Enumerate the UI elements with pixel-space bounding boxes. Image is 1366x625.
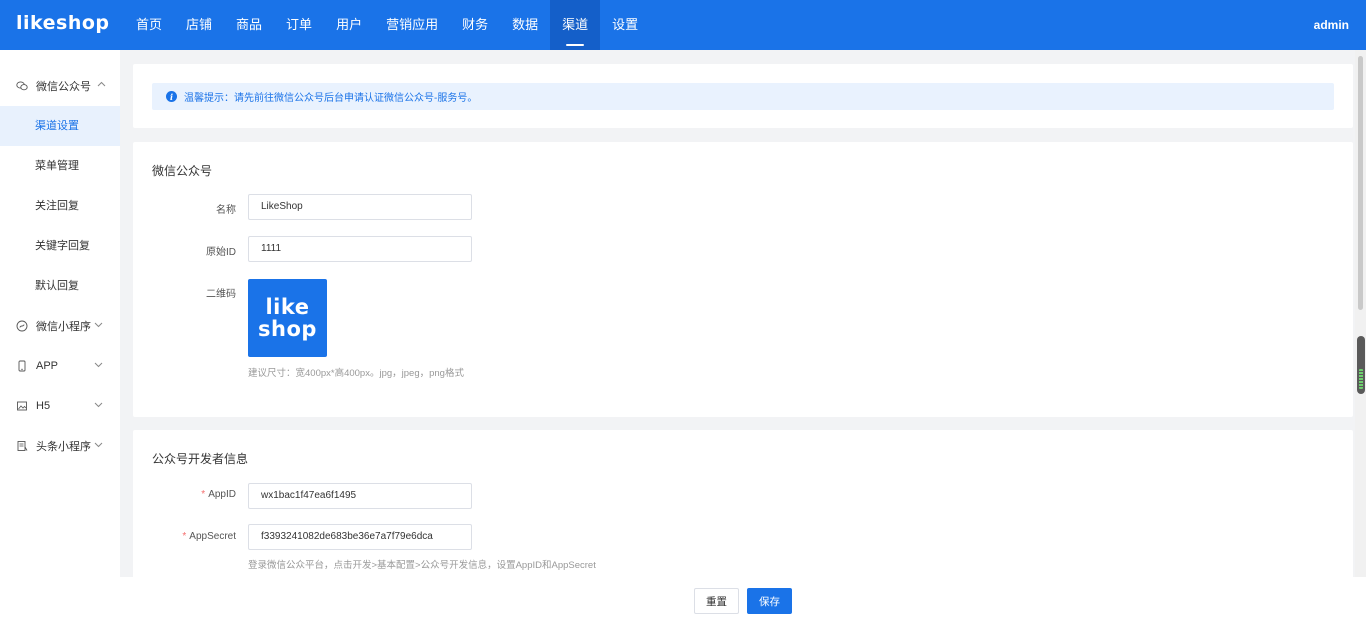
wechat-oa-card: 微信公众号 名称 LikeShop 原始ID 1111 二维码 like sho… <box>133 142 1353 417</box>
sidebar: 微信公众号 渠道设置 菜单管理 关注回复 关键字回复 默认回复 微信小程序 AP… <box>0 50 120 577</box>
toutiao-icon <box>16 440 28 452</box>
sidebar-group-label: 微信小程序 <box>36 321 91 333</box>
sidebar-group-miniprogram[interactable]: 微信小程序 <box>0 306 120 346</box>
nav-item-channel[interactable]: 渠道 <box>550 0 601 50</box>
nav-item-data[interactable]: 数据 <box>500 0 550 50</box>
chevron-down-icon <box>94 320 103 331</box>
image-icon <box>16 400 28 412</box>
developer-info-card: 公众号开发者信息 * AppID wx1bac1f47ea6f1495 * AppS… <box>133 430 1353 577</box>
qrcode-logo-line: like <box>265 295 310 319</box>
brand-logo[interactable]: likeshop <box>16 12 110 34</box>
sidebar-group-app[interactable]: APP <box>0 346 120 386</box>
qrcode-logo-line: shop <box>258 317 317 341</box>
scrollbar-thumb[interactable] <box>1358 56 1363 310</box>
name-input[interactable]: LikeShop <box>248 194 472 220</box>
scroll-handle[interactable] <box>1357 336 1365 394</box>
main-nav: 首页 店铺 商品 订单 用户 营销应用 财务 数据 渠道 设置 <box>124 0 650 50</box>
tip-card: i 温馨提示：请先前往微信公众号后台申请认证微信公众号-服务号。 <box>133 64 1353 128</box>
chevron-down-icon <box>94 400 103 411</box>
qrcode-upload[interactable]: like shop <box>248 279 327 357</box>
nav-item-goods[interactable]: 商品 <box>224 0 274 50</box>
appsecret-hint: 登录微信公众平台，点击开发>基本配置>公众号开发信息，设置AppID和AppSe… <box>248 560 596 571</box>
sidebar-group-label: H5 <box>36 400 51 412</box>
appsecret-label-text: AppSecret <box>189 531 236 542</box>
sidebar-item-keyword-reply[interactable]: 关键字回复 <box>0 226 120 266</box>
nav-item-users[interactable]: 用户 <box>324 0 374 50</box>
info-icon: i <box>166 91 177 102</box>
card-title: 公众号开发者信息 <box>152 452 249 466</box>
main-content: i 温馨提示：请先前往微信公众号后台申请认证微信公众号-服务号。 微信公众号 名… <box>120 50 1355 577</box>
wechat-icon <box>16 80 28 92</box>
footer-bar: 重置 保存 <box>0 577 1366 625</box>
required-mark: * <box>201 489 206 500</box>
name-label: 名称 <box>216 205 236 216</box>
tip-alert: i 温馨提示：请先前往微信公众号后台申请认证微信公众号-服务号。 <box>152 83 1334 110</box>
nav-item-orders[interactable]: 订单 <box>274 0 324 50</box>
appsecret-label: * AppSecret <box>133 531 236 542</box>
original-id-input[interactable]: 1111 <box>248 236 472 262</box>
original-id-label: 原始ID <box>206 247 236 258</box>
nav-item-shop[interactable]: 店铺 <box>174 0 224 50</box>
reset-button[interactable]: 重置 <box>694 588 739 614</box>
appid-label: * AppID <box>133 489 236 500</box>
nav-item-marketing[interactable]: 营销应用 <box>374 0 450 50</box>
nav-item-settings[interactable]: 设置 <box>600 0 650 50</box>
card-title: 微信公众号 <box>152 164 213 178</box>
required-mark: * <box>182 531 187 542</box>
sidebar-item-menu-management[interactable]: 菜单管理 <box>0 146 120 186</box>
qrcode-hint: 建议尺寸：宽400px*高400px。jpg，jpeg，png格式 <box>248 368 464 379</box>
grip-icon <box>1359 369 1363 389</box>
appid-label-text: AppID <box>208 489 236 500</box>
chevron-down-icon <box>94 440 103 451</box>
scrollbar[interactable] <box>1355 50 1366 577</box>
sidebar-group-h5[interactable]: H5 <box>0 386 120 426</box>
save-button[interactable]: 保存 <box>747 588 792 614</box>
user-menu[interactable]: admin <box>1314 0 1349 50</box>
sidebar-group-wechat-oa[interactable]: 微信公众号 <box>0 66 120 106</box>
top-navbar: likeshop 首页 店铺 商品 订单 用户 营销应用 财务 数据 渠道 设置… <box>0 0 1366 50</box>
nav-item-finance[interactable]: 财务 <box>450 0 500 50</box>
tip-text: 温馨提示：请先前往微信公众号后台申请认证微信公众号-服务号。 <box>184 93 478 104</box>
nav-item-home[interactable]: 首页 <box>124 0 174 50</box>
chevron-down-icon <box>94 360 103 371</box>
appsecret-input[interactable]: f3393241082de683be36e7a7f79e6dca <box>248 524 472 550</box>
sidebar-group-label: 头条小程序 <box>36 441 91 453</box>
sidebar-item-channel-settings[interactable]: 渠道设置 <box>0 106 120 146</box>
phone-icon <box>16 360 28 372</box>
qrcode-label: 二维码 <box>206 289 236 300</box>
sidebar-item-follow-reply[interactable]: 关注回复 <box>0 186 120 226</box>
appid-input[interactable]: wx1bac1f47ea6f1495 <box>248 483 472 509</box>
miniprogram-icon <box>16 320 28 332</box>
sidebar-group-label: 微信公众号 <box>36 81 91 93</box>
sidebar-group-label: APP <box>36 360 59 372</box>
sidebar-group-toutiao[interactable]: 头条小程序 <box>0 426 120 466</box>
chevron-up-icon <box>97 80 106 91</box>
sidebar-item-default-reply[interactable]: 默认回复 <box>0 266 120 306</box>
